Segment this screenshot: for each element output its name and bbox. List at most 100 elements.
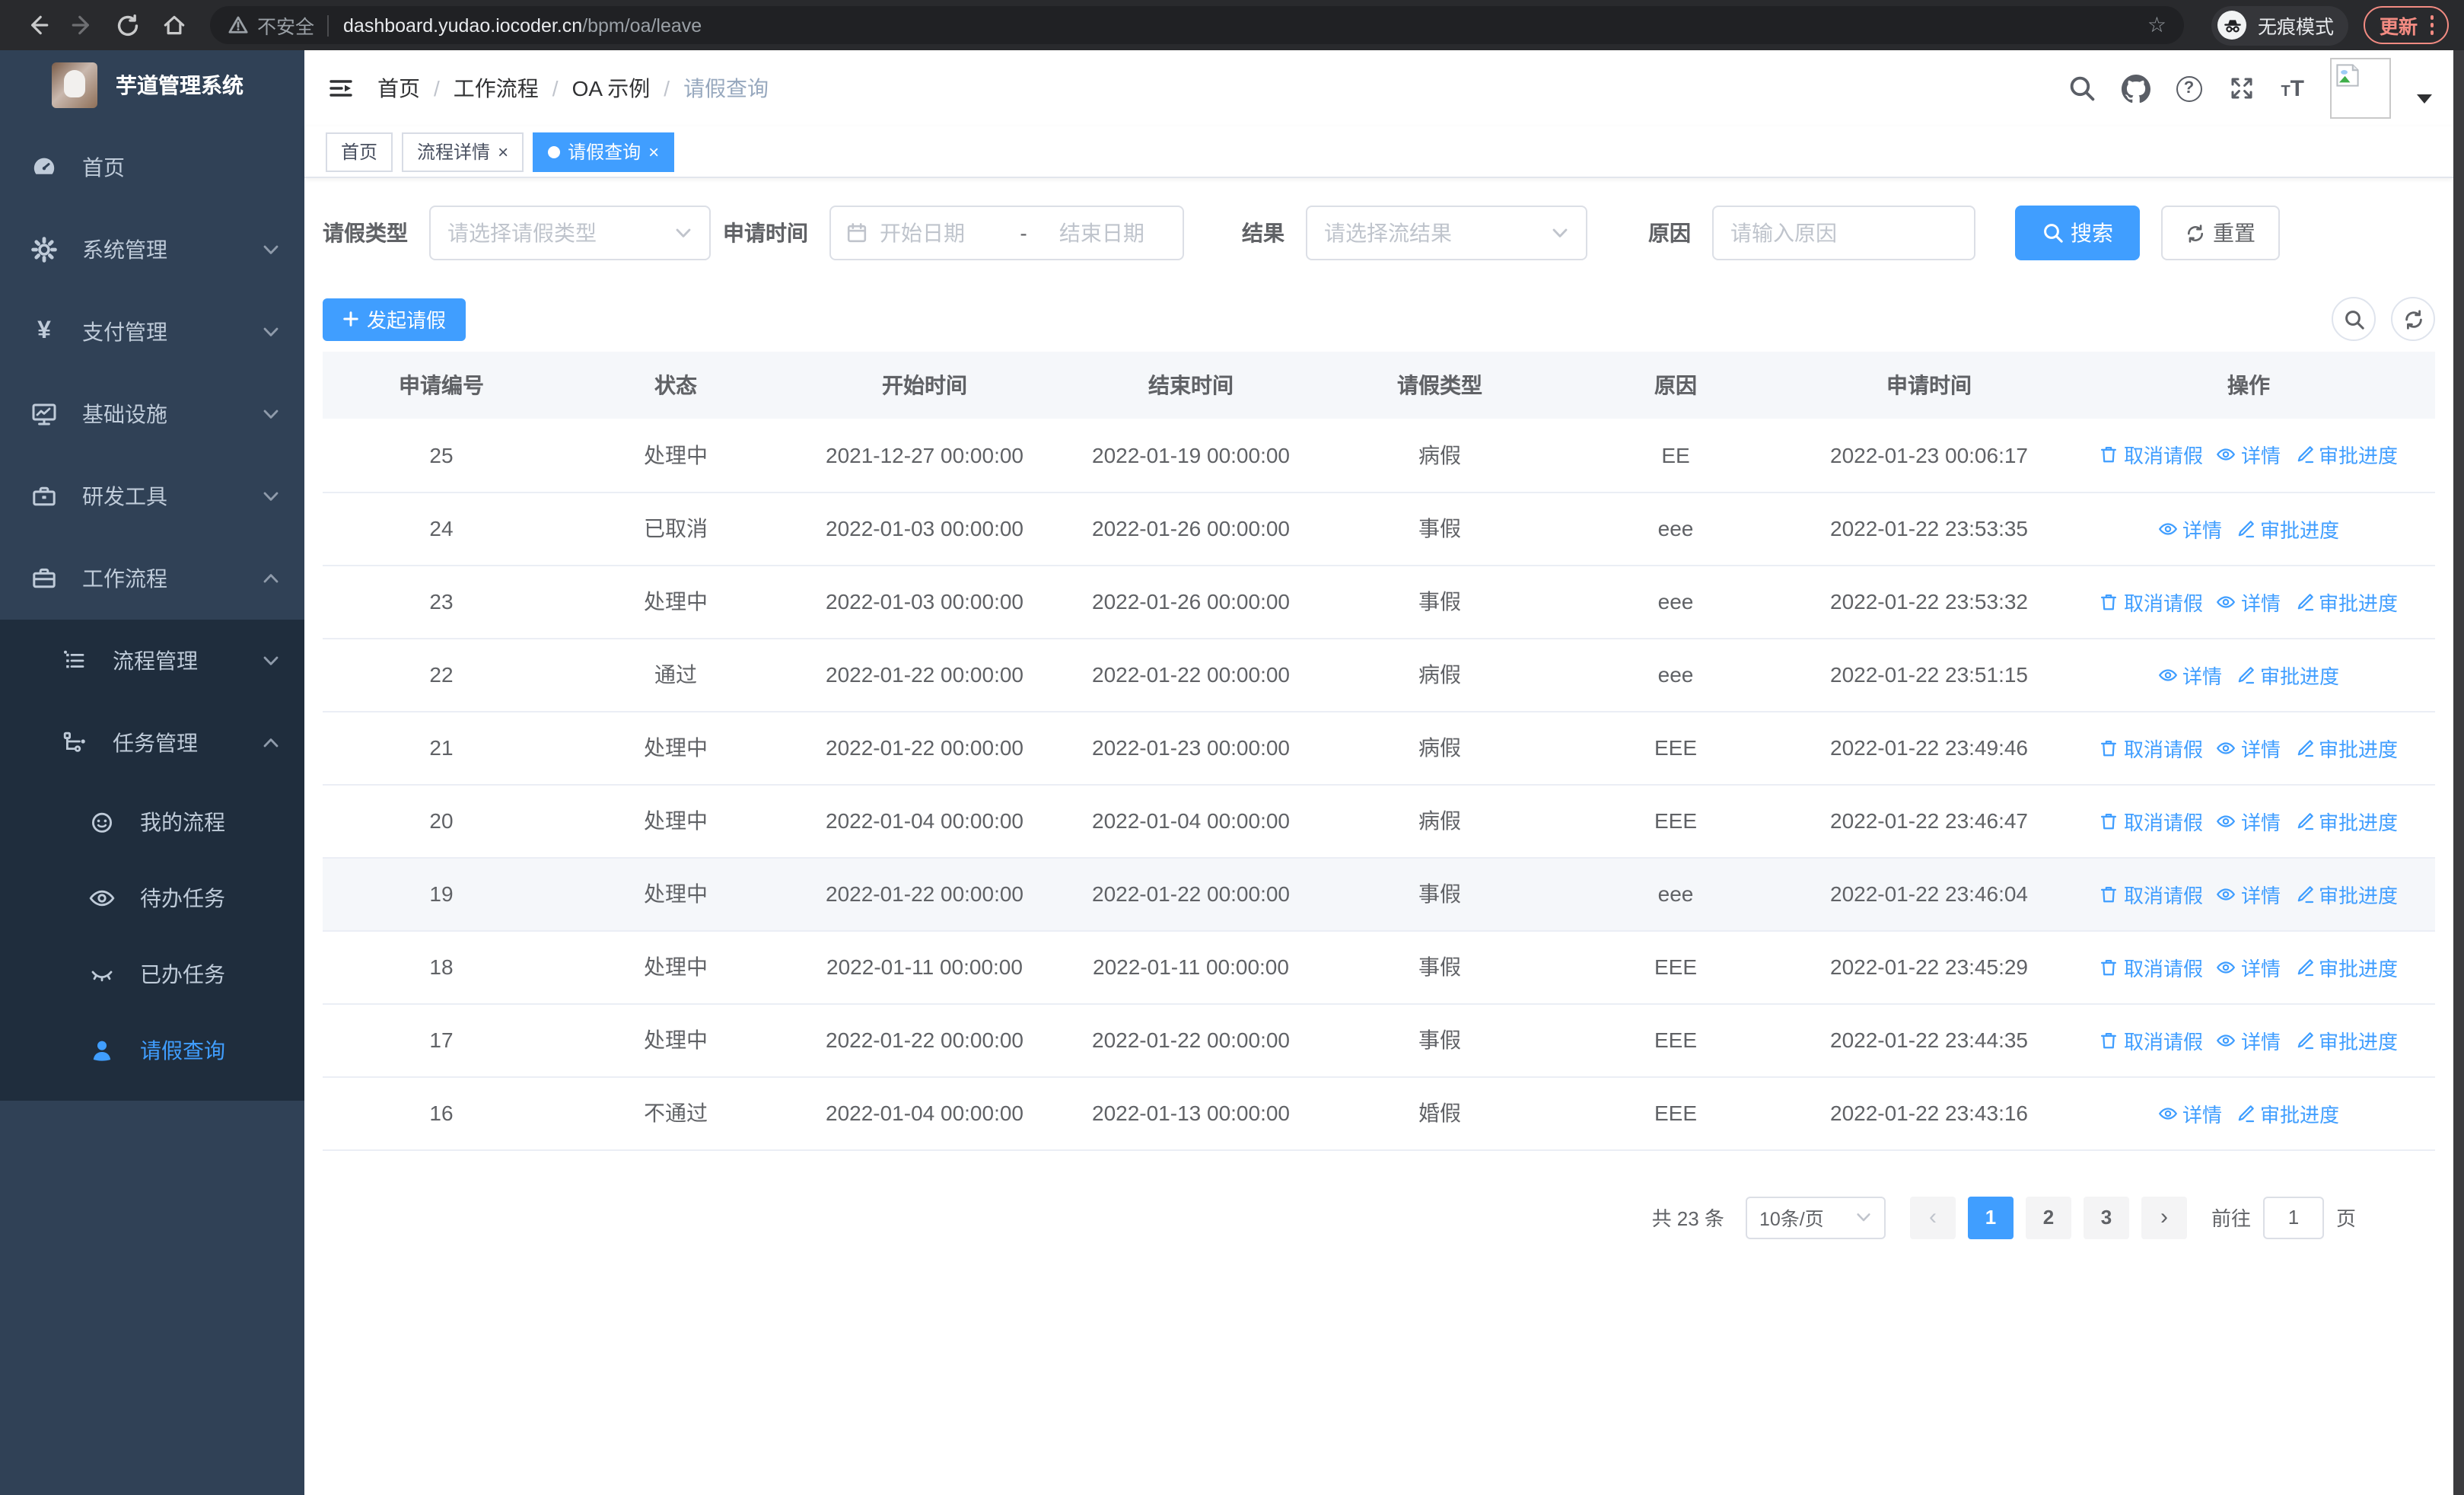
sidebar-item-label: 系统管理 — [82, 237, 167, 262]
detail-label: 详情 — [2240, 445, 2281, 468]
page-button-3[interactable]: 3 — [2083, 1196, 2129, 1238]
browser-menu-icon[interactable] — [2430, 15, 2434, 35]
detail-link[interactable]: 详情 — [2217, 587, 2281, 616]
detail-link[interactable]: 详情 — [2217, 733, 2281, 762]
sidebar-item-process-mgmt[interactable]: 流程管理 — [0, 620, 304, 702]
detail-link[interactable]: 详情 — [2217, 1025, 2281, 1054]
start-date-placeholder[interactable]: 开始日期 — [880, 218, 1011, 248]
cell-start-time: 2022-01-04 00:00:00 — [791, 784, 1058, 858]
reset-button[interactable]: 重置 — [2161, 206, 2280, 260]
breadcrumb-home[interactable]: 首页 — [377, 73, 420, 104]
github-icon[interactable] — [2121, 74, 2150, 103]
sidebar-item-infra[interactable]: 基础设施 — [0, 373, 304, 455]
sidebar-item-done-tasks[interactable]: 已办任务 — [0, 936, 304, 1012]
breadcrumb-oa-example[interactable]: OA 示例 — [572, 73, 651, 104]
scrollbar[interactable] — [2453, 50, 2464, 1495]
sidebar-item-leave-query[interactable]: 请假查询 — [0, 1012, 304, 1089]
url-domain[interactable]: dashboard.yudao.iocoder.cn — [343, 14, 582, 36]
url-path[interactable]: /bpm/oa/leave — [582, 14, 702, 36]
cancel-leave-link[interactable]: 取消请假 — [2099, 806, 2203, 835]
reason-input[interactable] — [1730, 221, 1957, 245]
font-size-icon[interactable]: TT — [2281, 75, 2304, 101]
approval-progress-link[interactable]: 审批进度 — [2294, 879, 2398, 908]
detail-label: 详情 — [2240, 1030, 2281, 1053]
home-icon[interactable] — [152, 4, 195, 46]
reload-icon[interactable] — [107, 4, 149, 46]
breadcrumb-workflow[interactable]: 工作流程 — [454, 73, 539, 104]
detail-link[interactable]: 详情 — [2158, 1098, 2222, 1127]
close-icon[interactable]: × — [648, 142, 659, 161]
approval-progress-link[interactable]: 审批进度 — [2236, 660, 2339, 689]
close-icon[interactable]: × — [498, 142, 508, 161]
sidebar-item-payment[interactable]: ¥ 支付管理 — [0, 291, 304, 373]
sidebar-item-devtools[interactable]: 研发工具 — [0, 455, 304, 537]
end-date-placeholder[interactable]: 结束日期 — [1036, 218, 1167, 248]
toolbox-icon — [30, 483, 58, 510]
approval-progress-link[interactable]: 审批进度 — [2294, 952, 2398, 981]
update-label[interactable]: 更新 — [2380, 11, 2418, 40]
page-button-2[interactable]: 2 — [2025, 1196, 2071, 1238]
page-button-1[interactable]: 1 — [1967, 1196, 2014, 1238]
user-menu-caret-icon[interactable] — [2417, 94, 2432, 104]
back-icon[interactable] — [15, 4, 58, 46]
sidebar-item-system[interactable]: 系统管理 — [0, 209, 304, 291]
cancel-leave-link[interactable]: 取消请假 — [2099, 1025, 2203, 1054]
detail-link[interactable]: 详情 — [2217, 806, 2281, 835]
search-toggle-button[interactable] — [2332, 297, 2376, 341]
browser-update-button[interactable]: 更新 — [2364, 6, 2449, 44]
cancel-leave-link[interactable]: 取消请假 — [2099, 879, 2203, 908]
search-button[interactable]: 搜索 — [2015, 206, 2140, 260]
sidebar-collapse-icon[interactable] — [304, 50, 377, 126]
sidebar-item-home[interactable]: 首页 — [0, 126, 304, 209]
page-size-select[interactable]: 10条/页 — [1745, 1196, 1886, 1238]
approval-progress-link[interactable]: 审批进度 — [2294, 1025, 2398, 1054]
detail-link[interactable]: 详情 — [2158, 660, 2222, 689]
search-icon[interactable] — [2068, 75, 2095, 102]
detail-link[interactable]: 详情 — [2217, 441, 2281, 470]
tab-home[interactable]: 首页 — [326, 132, 393, 171]
cancel-leave-link[interactable]: 取消请假 — [2099, 952, 2203, 981]
table-row: 23 处理中 2022-01-03 00:00:00 2022-01-26 00:00… — [323, 565, 2435, 639]
bookmark-star-icon[interactable]: ☆ — [2147, 12, 2166, 38]
approval-progress-label: 审批进度 — [2319, 1030, 2399, 1053]
date-range-input[interactable]: 开始日期 - 结束日期 — [829, 206, 1184, 260]
tab-leave-query[interactable]: 请假查询 × — [533, 132, 675, 171]
detail-link[interactable]: 详情 — [2217, 879, 2281, 908]
cancel-leave-link[interactable]: 取消请假 — [2099, 733, 2203, 762]
result-select[interactable]: 请选择流结果 — [1306, 206, 1587, 260]
avatar[interactable] — [2330, 58, 2391, 119]
forward-icon[interactable] — [61, 4, 103, 46]
cell-actions: 取消请假 详情 审批进度 — [2062, 711, 2435, 785]
sidebar-item-label: 工作流程 — [82, 566, 167, 591]
sidebar-item-my-process[interactable]: 我的流程 — [0, 784, 304, 860]
cell-reason: eee — [1555, 565, 1796, 639]
approval-progress-link[interactable]: 审批进度 — [2294, 733, 2398, 762]
approval-progress-link[interactable]: 审批进度 — [2294, 441, 2398, 470]
prev-page-button[interactable]: ‹ — [1909, 1196, 1956, 1238]
next-page-button[interactable]: › — [2141, 1196, 2187, 1238]
create-leave-button[interactable]: 发起请假 — [323, 298, 466, 340]
approval-progress-link[interactable]: 审批进度 — [2236, 514, 2339, 543]
goto-page-input[interactable] — [2262, 1196, 2324, 1238]
chevron-down-icon — [262, 487, 280, 505]
sidebar-item-task-mgmt[interactable]: 任务管理 — [0, 702, 304, 784]
detail-link[interactable]: 详情 — [2158, 514, 2222, 543]
cancel-leave-link[interactable]: 取消请假 — [2099, 441, 2203, 470]
cancel-leave-link[interactable]: 取消请假 — [2099, 587, 2203, 616]
approval-progress-link[interactable]: 审批进度 — [2294, 587, 2398, 616]
cell-actions: 取消请假 详情 审批进度 — [2062, 930, 2435, 1004]
refresh-button[interactable] — [2391, 297, 2435, 341]
security-label[interactable]: 不安全 — [257, 11, 314, 40]
approval-progress-link[interactable]: 审批进度 — [2294, 806, 2398, 835]
sidebar-logo[interactable]: 芋道管理系统 — [0, 50, 304, 120]
fullscreen-icon[interactable] — [2227, 75, 2255, 102]
help-icon[interactable]: ? — [2176, 75, 2202, 101]
detail-link[interactable]: 详情 — [2217, 952, 2281, 981]
sidebar-item-todo-tasks[interactable]: 待办任务 — [0, 860, 304, 936]
address-bar[interactable]: 不安全 dashboard.yudao.iocoder.cn /bpm/oa/l… — [210, 6, 2185, 44]
tab-process-detail[interactable]: 流程详情 × — [402, 132, 524, 171]
search-button-label: 搜索 — [2071, 221, 2113, 245]
approval-progress-link[interactable]: 审批进度 — [2236, 1098, 2339, 1127]
sidebar-item-workflow[interactable]: 工作流程 — [0, 537, 304, 620]
leave-type-select[interactable]: 请选择请假类型 — [429, 206, 711, 260]
